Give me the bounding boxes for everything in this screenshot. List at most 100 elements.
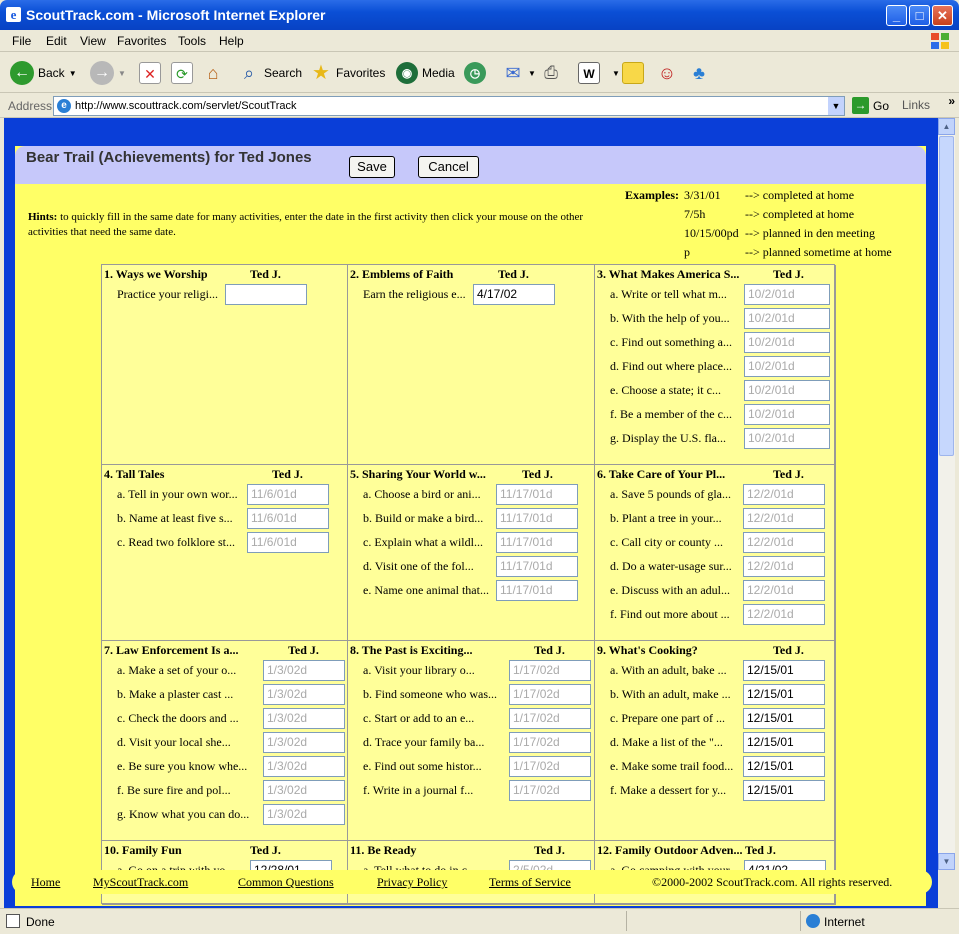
hints-label: Hints: bbox=[28, 211, 58, 223]
scout-name-header: Ted J. bbox=[522, 467, 553, 481]
search-button[interactable]: ⌕ Search bbox=[238, 59, 302, 87]
back-button[interactable]: ← Back ▼ bbox=[10, 59, 77, 87]
date-input[interactable]: 12/2/01d bbox=[743, 532, 825, 553]
example-code: p bbox=[684, 245, 690, 259]
achievement-cell: 9. What's Cooking? Ted J. a. With an adult… bbox=[595, 641, 836, 841]
go-button[interactable]: → Go bbox=[852, 97, 889, 114]
address-input[interactable]: e http://www.scouttrack.com/servlet/Scou… bbox=[53, 96, 845, 116]
date-input[interactable]: 1/17/02d bbox=[509, 756, 591, 777]
date-input[interactable]: 11/17/01d bbox=[496, 580, 578, 601]
scroll-down-icon[interactable]: ▼ bbox=[938, 853, 955, 870]
page-header: Bear Trail (Achievements) for Ted Jones … bbox=[15, 146, 926, 184]
achievement-cell: 1. Ways we Worship Ted J. Practice your re… bbox=[102, 265, 348, 465]
media-button[interactable]: ◉ Media bbox=[396, 59, 455, 87]
date-input[interactable]: 1/17/02d bbox=[509, 780, 591, 801]
cancel-button[interactable]: Cancel bbox=[418, 156, 479, 178]
date-input[interactable]: 1/17/02d bbox=[509, 708, 591, 729]
home-button[interactable]: ⌂ bbox=[202, 59, 224, 87]
menu-edit[interactable]: Edit bbox=[46, 34, 67, 48]
date-input[interactable]: 4/17/02 bbox=[473, 284, 555, 305]
contacts-button[interactable]: ♣ bbox=[688, 59, 710, 87]
menu-favorites[interactable]: Favorites bbox=[117, 34, 166, 48]
achievement-title: 3. What Makes America S... bbox=[597, 267, 740, 281]
requirement-label: e. Be sure you know whe... bbox=[117, 759, 248, 773]
achievement-title: 10. Family Fun bbox=[104, 843, 182, 857]
menu-view[interactable]: View bbox=[80, 34, 106, 48]
footer-link-myscouttrack[interactable]: MyScoutTrack.com bbox=[93, 875, 188, 890]
date-input[interactable]: 1/3/02d bbox=[263, 708, 345, 729]
footer-link-terms[interactable]: Terms of Service bbox=[489, 875, 571, 890]
date-input[interactable]: 12/15/01 bbox=[743, 660, 825, 681]
date-input[interactable]: 11/6/01d bbox=[247, 532, 329, 553]
date-input[interactable]: 12/2/01d bbox=[743, 484, 825, 505]
date-input[interactable]: 12/2/01d bbox=[743, 580, 825, 601]
menu-bar: File Edit View Favorites Tools Help bbox=[0, 30, 959, 52]
mail-button[interactable]: ✉ ▼ bbox=[502, 59, 535, 87]
date-input[interactable]: 1/17/02d bbox=[509, 684, 591, 705]
address-dropdown-icon[interactable]: ▼ bbox=[828, 97, 844, 115]
date-input[interactable]: 10/2/01d bbox=[744, 428, 830, 449]
printer-icon: ⎙ bbox=[544, 63, 558, 82]
date-input[interactable]: 12/15/01 bbox=[743, 684, 825, 705]
menu-tools[interactable]: Tools bbox=[178, 34, 206, 48]
scroll-up-icon[interactable]: ▲ bbox=[938, 118, 955, 135]
history-button[interactable]: ◷ bbox=[464, 59, 486, 87]
date-input[interactable]: 12/2/01d bbox=[743, 508, 825, 529]
save-button[interactable]: Save bbox=[349, 156, 395, 178]
date-input[interactable]: 10/2/01d bbox=[744, 380, 830, 401]
minimize-button[interactable]: _ bbox=[886, 5, 907, 26]
date-input[interactable]: 1/3/02d bbox=[263, 684, 345, 705]
date-input[interactable]: 10/2/01d bbox=[744, 284, 830, 305]
date-input[interactable]: 1/3/02d bbox=[263, 756, 345, 777]
menu-file[interactable]: File bbox=[12, 34, 31, 48]
date-input[interactable]: 12/15/01 bbox=[743, 708, 825, 729]
footer-link-questions[interactable]: Common Questions bbox=[238, 875, 334, 890]
date-input[interactable]: 1/3/02d bbox=[263, 804, 345, 825]
scout-name-header: Ted J. bbox=[773, 643, 804, 657]
scrollbar-thumb[interactable] bbox=[939, 136, 954, 456]
footer-link-privacy[interactable]: Privacy Policy bbox=[377, 875, 447, 890]
date-input[interactable]: 12/15/01 bbox=[743, 732, 825, 753]
links-button[interactable]: Links bbox=[902, 98, 930, 112]
stop-button[interactable]: ✕ bbox=[139, 59, 161, 87]
scout-name-header: Ted J. bbox=[288, 643, 319, 657]
date-input[interactable]: 1/17/02d bbox=[509, 732, 591, 753]
refresh-button[interactable]: ⟳ bbox=[171, 59, 193, 87]
discuss-button[interactable] bbox=[622, 59, 644, 87]
date-input[interactable]: 11/17/01d bbox=[496, 484, 578, 505]
date-input[interactable]: 1/3/02d bbox=[263, 732, 345, 753]
date-input[interactable] bbox=[225, 284, 307, 305]
page-viewport: Bear Trail (Achievements) for Ted Jones … bbox=[4, 118, 938, 908]
edit-button[interactable]: W ▼ bbox=[578, 59, 620, 87]
date-input[interactable]: 12/2/01d bbox=[743, 556, 825, 577]
page-body: Bear Trail (Achievements) for Ted Jones … bbox=[15, 146, 926, 906]
hints-body: to quickly fill in the same date for man… bbox=[28, 211, 584, 238]
menu-help[interactable]: Help bbox=[219, 34, 244, 48]
print-button[interactable]: ⎙ bbox=[540, 59, 562, 87]
date-input[interactable]: 10/2/01d bbox=[744, 308, 830, 329]
messenger-button[interactable]: ☺ bbox=[656, 59, 678, 87]
requirement-label: c. Read two folklore st... bbox=[117, 535, 235, 549]
vertical-scrollbar[interactable]: ▲ ▼ bbox=[938, 118, 955, 870]
date-input[interactable]: 10/2/01d bbox=[744, 404, 830, 425]
chevron-right-icon[interactable]: » bbox=[948, 94, 955, 108]
date-input[interactable]: 12/15/01 bbox=[743, 756, 825, 777]
maximize-button[interactable]: □ bbox=[909, 5, 930, 26]
date-input[interactable]: 10/2/01d bbox=[744, 332, 830, 353]
date-input[interactable]: 12/15/01 bbox=[743, 780, 825, 801]
date-input[interactable]: 11/6/01d bbox=[247, 484, 329, 505]
date-input[interactable]: 11/6/01d bbox=[247, 508, 329, 529]
date-input[interactable]: 11/17/01d bbox=[496, 508, 578, 529]
date-input[interactable]: 12/2/01d bbox=[743, 604, 825, 625]
date-input[interactable]: 1/3/02d bbox=[263, 780, 345, 801]
favorites-button[interactable]: ★ Favorites bbox=[310, 59, 385, 87]
close-button[interactable]: ✕ bbox=[932, 5, 953, 26]
footer-link-home[interactable]: Home bbox=[31, 875, 60, 890]
date-input[interactable]: 10/2/01d bbox=[744, 356, 830, 377]
forward-button[interactable]: → ▼ bbox=[90, 59, 126, 87]
date-input[interactable]: 11/17/01d bbox=[496, 556, 578, 577]
date-input[interactable]: 1/3/02d bbox=[263, 660, 345, 681]
date-input[interactable]: 11/17/01d bbox=[496, 532, 578, 553]
date-input[interactable]: 1/17/02d bbox=[509, 660, 591, 681]
requirement-label: c. Start or add to an e... bbox=[363, 711, 475, 725]
